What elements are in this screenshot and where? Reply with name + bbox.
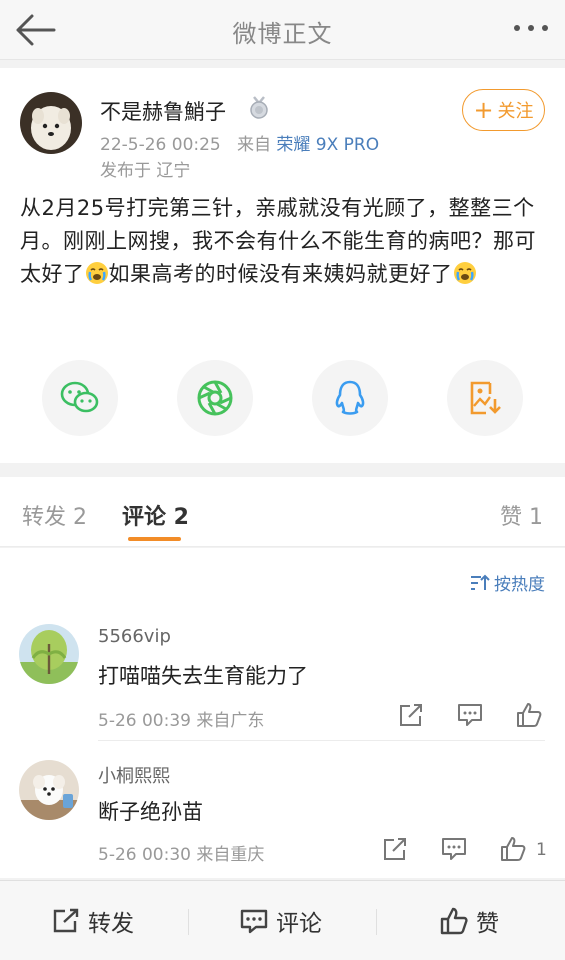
interaction-tabs: 转发 2 评论 2 赞 1 bbox=[0, 477, 565, 547]
share-wechat-button[interactable] bbox=[42, 360, 118, 436]
from-prefix: 来自 bbox=[236, 135, 271, 155]
like-button[interactable]: 赞 bbox=[440, 881, 499, 960]
like-count: 1 bbox=[536, 840, 547, 860]
comment-divider bbox=[98, 740, 545, 741]
follow-button[interactable]: + 关注 bbox=[462, 89, 545, 131]
page-title: 微博正文 bbox=[232, 20, 333, 48]
follow-label: 关注 bbox=[497, 101, 534, 122]
comment-label: 评论 bbox=[276, 911, 322, 937]
crying-emoji-icon bbox=[453, 262, 476, 284]
save-image-button[interactable] bbox=[447, 360, 523, 436]
like-label: 赞 bbox=[476, 911, 499, 937]
comment-list: 按热度 5566vip 打喵喵失去生育能力了 5-26 00:39 来自广东 小… bbox=[0, 548, 565, 878]
author-name[interactable]: 不是赫鲁鮹子 bbox=[100, 96, 226, 126]
medal-badge-icon[interactable] bbox=[248, 96, 270, 120]
share-icon[interactable] bbox=[382, 836, 408, 862]
like-icon bbox=[440, 907, 468, 935]
repost-label: 转发 bbox=[88, 911, 134, 937]
comment-meta: 5-26 00:39 来自广东 bbox=[98, 711, 265, 731]
comment-item: 小桐熙熙 断子绝孙苗 5-26 00:30 来自重庆 1 bbox=[0, 758, 565, 878]
repost-button[interactable]: 转发 bbox=[52, 881, 134, 960]
wechat-icon bbox=[60, 381, 99, 413]
crying-emoji-icon bbox=[85, 262, 108, 284]
author-avatar[interactable] bbox=[20, 92, 82, 154]
comment-item: 5566vip 打喵喵失去生育能力了 5-26 00:39 来自广东 bbox=[0, 622, 565, 752]
share-icon[interactable] bbox=[398, 702, 424, 728]
share-moments-button[interactable] bbox=[177, 360, 253, 436]
like-thumb-icon[interactable] bbox=[500, 836, 526, 862]
post-text-part-2: 如果高考的时候没有来姨妈就更好了 bbox=[108, 262, 453, 286]
reply-comment-icon[interactable] bbox=[457, 702, 483, 728]
comment-text: 打喵喵失去生育能力了 bbox=[98, 664, 308, 688]
post-source[interactable]: 荣耀 9X PRO bbox=[276, 135, 379, 155]
sort-label: 按热度 bbox=[494, 575, 545, 595]
plus-icon: + bbox=[473, 96, 494, 124]
bottom-divider bbox=[188, 909, 189, 935]
post-text: 从2月25号打完第三针，亲戚就没有光顾了，整整三个月。刚刚上网搜，我不会有什么不… bbox=[20, 192, 545, 291]
moments-aperture-icon bbox=[197, 380, 233, 416]
bottom-divider bbox=[376, 909, 377, 935]
sort-icon bbox=[471, 574, 490, 590]
repost-icon bbox=[53, 908, 79, 933]
save-image-icon bbox=[470, 381, 501, 415]
more-options-icon[interactable] bbox=[511, 16, 551, 40]
tab-repost[interactable]: 转发 2 bbox=[22, 499, 87, 531]
bottom-action-bar: 转发 评论 赞 bbox=[0, 880, 565, 960]
qq-penguin-icon bbox=[335, 380, 365, 415]
share-row bbox=[0, 360, 565, 440]
tab-likes[interactable]: 赞 1 bbox=[500, 499, 543, 531]
active-tab-indicator bbox=[128, 537, 181, 541]
share-qq-button[interactable] bbox=[312, 360, 388, 436]
like-thumb-icon[interactable] bbox=[516, 702, 542, 728]
sort-by-hot-button[interactable]: 按热度 bbox=[470, 570, 545, 595]
comment-meta: 5-26 00:30 来自重庆 bbox=[98, 845, 265, 865]
reply-comment-icon[interactable] bbox=[441, 836, 467, 862]
post-time: 22-5-26 00:25 bbox=[100, 135, 221, 155]
commenter-avatar[interactable] bbox=[19, 760, 79, 820]
post-location: 发布于 辽宁 bbox=[100, 161, 191, 181]
commenter-avatar[interactable] bbox=[19, 624, 79, 684]
post-meta: 22-5-26 00:25 来自 荣耀 9X PRO bbox=[100, 130, 379, 155]
post-card: 不是赫鲁鮹子 22-5-26 00:25 来自 荣耀 9X PRO 发布于 辽宁… bbox=[0, 68, 565, 463]
comment-text: 断子绝孙苗 bbox=[98, 800, 203, 824]
comment-icon bbox=[240, 909, 268, 934]
comment-button[interactable]: 评论 bbox=[240, 881, 322, 960]
tab-comments[interactable]: 评论 2 bbox=[122, 499, 189, 531]
commenter-name[interactable]: 5566vip bbox=[98, 626, 171, 647]
top-bar: 微博正文 bbox=[0, 0, 565, 60]
commenter-name[interactable]: 小桐熙熙 bbox=[98, 762, 170, 788]
